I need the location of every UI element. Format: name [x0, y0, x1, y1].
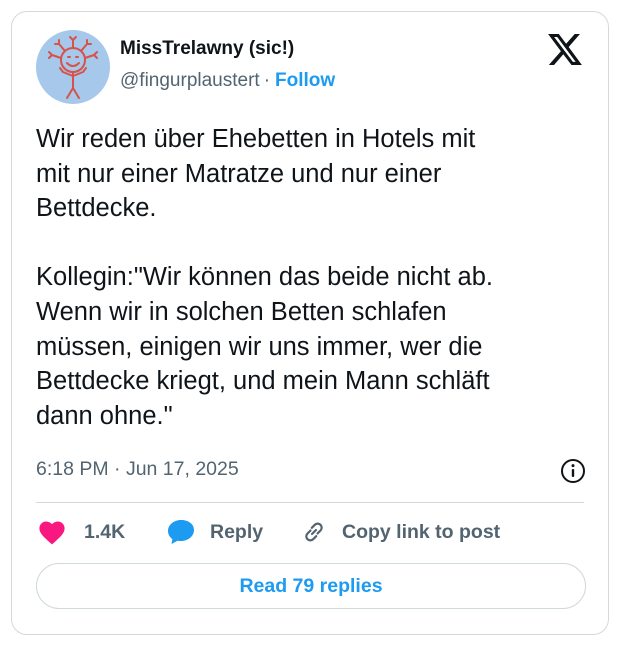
like-button[interactable]: 1.4K	[38, 517, 125, 547]
heart-icon	[38, 519, 66, 545]
like-count: 1.4K	[84, 520, 126, 543]
avatar-drawing-icon	[48, 36, 98, 99]
reply-button[interactable]: Reply	[166, 517, 263, 547]
read-replies-button[interactable]: Read 79 replies	[36, 563, 586, 609]
copy-link-label: Copy link to post	[342, 520, 501, 543]
author-handle-row: @fingurplaustert · Follow	[120, 70, 335, 92]
follow-button[interactable]: Follow	[275, 70, 335, 91]
copy-link-button[interactable]: Copy link to post	[300, 517, 500, 547]
tweet-text: Wir reden über Ehebetten in Hotels mit m…	[36, 125, 493, 430]
info-circle-icon[interactable]	[560, 458, 586, 484]
divider	[36, 502, 584, 503]
author-display-name[interactable]: MissTrelawny (sic!)	[120, 38, 294, 60]
tweet-card: MissTrelawny (sic!) @fingurplaustert · Fol…	[11, 11, 609, 635]
link-icon	[300, 518, 328, 546]
speech-bubble-icon	[166, 518, 196, 546]
tweet-timestamp[interactable]: 6:18 PM · Jun 17, 2025	[36, 458, 239, 481]
author-handle[interactable]: @fingurplaustert	[120, 70, 260, 91]
avatar[interactable]	[36, 30, 110, 104]
separator-dot: ·	[263, 70, 271, 91]
x-logo-icon[interactable]	[548, 34, 582, 65]
reply-label: Reply	[210, 520, 264, 543]
